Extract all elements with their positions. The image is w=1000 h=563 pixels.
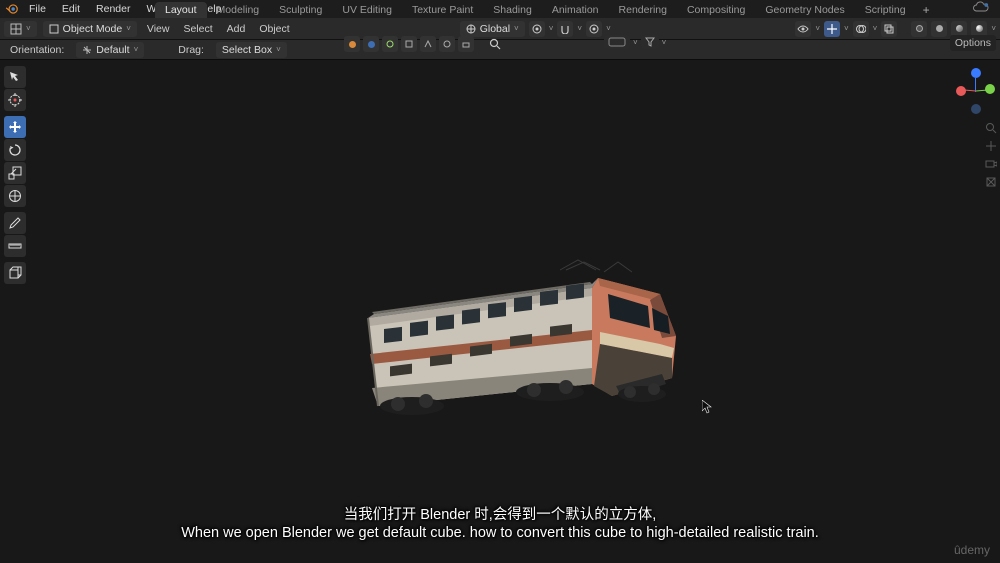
overlay-quick-toggles [344,34,501,54]
watermark-label: ûdemy [954,543,990,557]
ov-btn-6[interactable] [439,36,455,52]
drag-value-dropdown[interactable]: Select Box ˅ [216,42,287,58]
mini-perspective-icon[interactable] [985,176,997,188]
shading-wireframe[interactable] [911,21,927,37]
mini-camera-icon[interactable] [985,158,997,170]
tool-select-box[interactable] [4,66,26,88]
right-mini-toolbar [984,122,998,188]
ov-btn-2[interactable] [363,36,379,52]
visibility-toggle-icon[interactable] [795,21,811,37]
tool-cursor[interactable] [4,89,26,111]
filter-pills: ˅ ˅ [604,35,666,49]
options-button[interactable]: Options [950,35,996,51]
hdr-view[interactable]: View [143,23,174,35]
ws-tab-animation[interactable]: Animation [542,2,609,18]
ws-tab-modeling[interactable]: Modeling [207,2,270,18]
subtitle-line-1: 当我们打开 Blender 时,会得到一个默认的立方体, [344,503,657,524]
orientation-label: Orientation: [6,44,68,56]
tool-rotate[interactable] [4,139,26,161]
ov-btn-3[interactable] [382,36,398,52]
tool-transform[interactable] [4,185,26,207]
workspace-tabs: Layout Modeling Sculpting UV Editing Tex… [155,1,937,18]
overlay-toggle[interactable] [853,21,869,37]
subtitle-line-2: When we open Blender we get default cube… [181,525,819,541]
ov-btn-5[interactable] [420,36,436,52]
tool-measure[interactable] [4,235,26,257]
ws-tab-texpaint[interactable]: Texture Paint [402,2,483,18]
tool-add-primitive[interactable] [4,262,26,284]
ov-btn-7[interactable] [458,36,474,52]
orientation-value-dropdown[interactable]: Default ˅ [76,42,144,58]
ws-tab-add[interactable]: + [916,1,937,19]
header-search[interactable] [489,38,501,50]
left-toolbar [4,66,26,284]
gizmo-z-axis[interactable] [971,68,981,78]
axis-gizmo[interactable] [958,68,994,112]
tool-move[interactable] [4,116,26,138]
gizmo-y-axis[interactable] [985,84,995,94]
ws-tab-uv[interactable]: UV Editing [332,2,402,18]
ws-tab-rendering[interactable]: Rendering [609,2,677,18]
ov-btn-4[interactable] [401,36,417,52]
ws-tab-layout[interactable]: Layout [155,2,207,18]
editor-type-dropdown[interactable]: ˅ [4,21,37,37]
application-window: File Edit Render Window Help Layout Mode… [0,0,1000,563]
mode-label: Object Mode [63,23,123,35]
ov-btn-1[interactable] [344,36,360,52]
hdr-object[interactable]: Object [255,23,293,35]
gizmo-toggle[interactable] [824,21,840,37]
filter-funnel-icon[interactable] [641,35,659,49]
viewport-3d[interactable]: 当我们打开 Blender 时,会得到一个默认的立方体, When we ope… [0,60,1000,563]
ws-tab-sculpting[interactable]: Sculpting [269,2,332,18]
mouse-cursor-icon [702,400,712,417]
ws-tab-scripting[interactable]: Scripting [855,2,916,18]
drag-label: Drag: [174,44,208,56]
hdr-add[interactable]: Add [223,23,250,35]
pivot-point-btn[interactable] [529,21,545,37]
ws-tab-shading[interactable]: Shading [483,2,542,18]
ws-tab-compositing[interactable]: Compositing [677,2,755,18]
gizmo-x-axis[interactable] [956,86,966,96]
tool-annotate[interactable] [4,212,26,234]
mini-move-icon[interactable] [985,140,997,152]
snap-toggle[interactable] [557,21,573,37]
filter-pill-1[interactable] [604,35,630,49]
xray-toggle[interactable] [881,21,897,37]
viewport-object-train[interactable] [360,258,690,418]
tool-scale[interactable] [4,162,26,184]
proportional-edit-toggle[interactable] [586,21,602,37]
shading-solid[interactable] [931,21,947,37]
hdr-select[interactable]: Select [179,23,216,35]
gizmo-neg-z-axis[interactable] [971,104,981,114]
mini-zoom-icon[interactable] [985,122,997,134]
mode-dropdown[interactable]: Object Mode ˅ [43,21,137,37]
video-subtitles: 当我们打开 Blender 时,会得到一个默认的立方体, When we ope… [0,503,1000,541]
ws-tab-geonodes[interactable]: Geometry Nodes [755,2,854,18]
